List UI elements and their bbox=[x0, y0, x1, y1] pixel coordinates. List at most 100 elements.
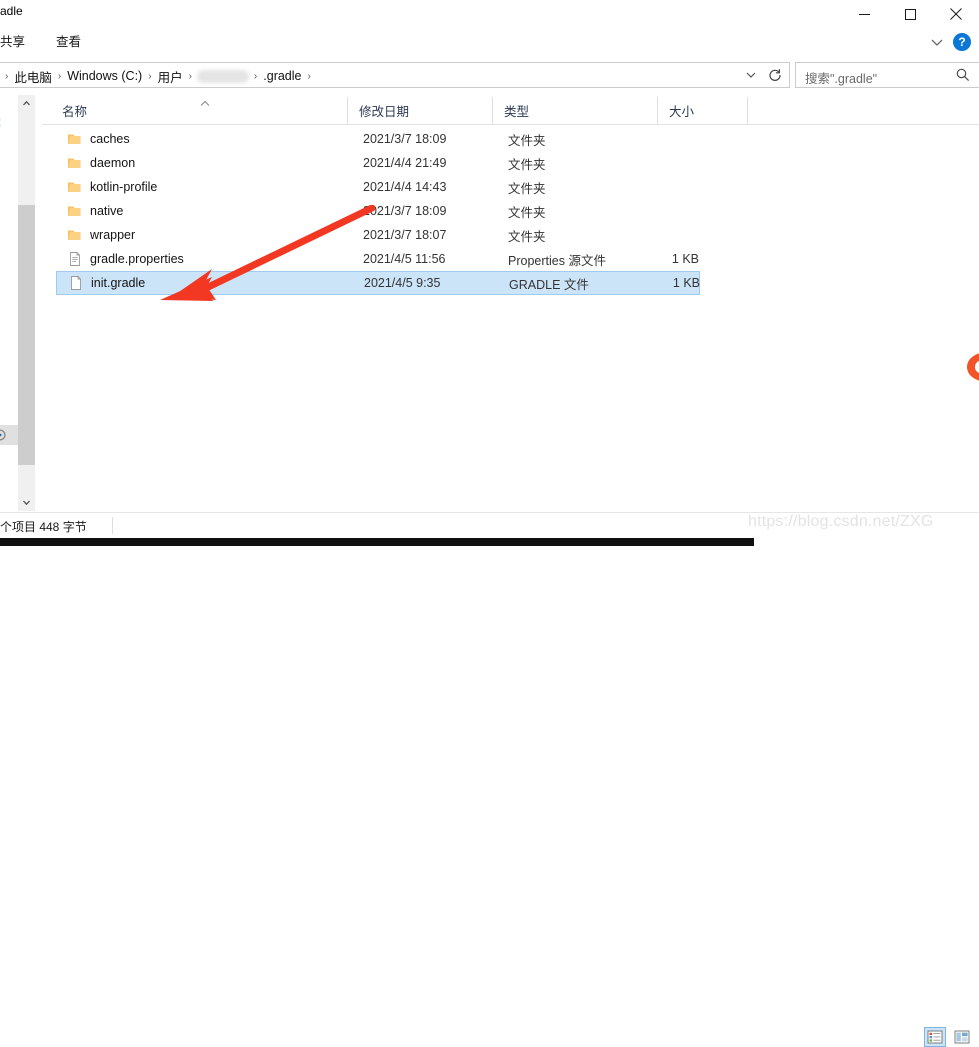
sort-ascending-icon bbox=[200, 99, 210, 109]
file-type: 文件夹 bbox=[508, 178, 546, 197]
close-icon bbox=[950, 8, 962, 20]
taskbar-dark-region bbox=[0, 538, 754, 546]
address-bar[interactable]: › 此电脑 › Windows (C:) › 用户 › › .gradle › bbox=[0, 62, 790, 88]
minimize-button[interactable] bbox=[841, 0, 887, 28]
folder-glyph bbox=[67, 227, 83, 243]
column-header-row: 名称 修改日期 类型 大小 bbox=[42, 97, 979, 125]
file-type: 文件夹 bbox=[508, 202, 546, 221]
status-divider bbox=[112, 517, 113, 534]
file-name: wrapper bbox=[90, 228, 135, 242]
folder-glyph bbox=[67, 203, 83, 219]
table-row[interactable]: wrapper 2021/3/7 18:07 文件夹 bbox=[56, 223, 700, 247]
file-type: 文件夹 bbox=[508, 226, 546, 245]
nav-item-fragment-top[interactable] bbox=[0, 113, 8, 133]
taskbar-strip bbox=[0, 538, 979, 546]
title-bar: adle bbox=[0, 0, 979, 28]
close-button[interactable] bbox=[933, 0, 979, 28]
breadcrumb-item-gradle[interactable]: .gradle bbox=[258, 69, 306, 83]
folder-icon bbox=[67, 203, 83, 219]
tab-view[interactable]: 查看 bbox=[56, 31, 81, 50]
breadcrumb-item-users[interactable]: 用户 bbox=[153, 67, 188, 86]
breadcrumb-separator-3: › bbox=[188, 71, 193, 82]
file-date: 2021/4/5 9:35 bbox=[364, 276, 440, 290]
navigation-pane: ) bbox=[0, 95, 18, 505]
file-type: GRADLE 文件 bbox=[509, 274, 589, 293]
file-size: 1 KB bbox=[652, 276, 700, 290]
scroll-up-arrow-icon[interactable] bbox=[18, 95, 35, 112]
folder-glyph bbox=[67, 155, 83, 171]
chevron-down-glyph bbox=[929, 34, 945, 50]
search-box[interactable]: 搜索".gradle" bbox=[795, 62, 979, 88]
folder-glyph bbox=[67, 131, 83, 147]
address-bar-row: › 此电脑 › Windows (C:) › 用户 › › .gradle › bbox=[0, 62, 979, 88]
file-list: caches 2021/3/7 18:09 文件夹 daemon 2021/4/… bbox=[42, 127, 979, 502]
column-header-name[interactable]: 名称 bbox=[42, 97, 347, 124]
breadcrumb-item-username-redacted[interactable] bbox=[197, 70, 249, 83]
help-button[interactable]: ? bbox=[953, 33, 971, 51]
orange-shape-icon bbox=[963, 348, 979, 386]
column-header-size[interactable]: 大小 bbox=[657, 97, 747, 124]
window-title: adle bbox=[0, 4, 23, 18]
search-input[interactable]: 搜索".gradle" bbox=[805, 68, 877, 87]
file-type: 文件夹 bbox=[508, 154, 546, 173]
refresh-button[interactable] bbox=[763, 63, 787, 87]
disc-drive-icon bbox=[0, 428, 8, 442]
table-row[interactable]: kotlin-profile 2021/4/4 14:43 文件夹 bbox=[56, 175, 700, 199]
file-date: 2021/3/7 18:09 bbox=[363, 132, 446, 146]
blank-file-glyph bbox=[68, 275, 84, 291]
view-mode-buttons bbox=[924, 1027, 973, 1047]
search-icon bbox=[955, 67, 971, 83]
maximize-button[interactable] bbox=[887, 0, 933, 28]
file-date: 2021/4/5 11:56 bbox=[363, 252, 445, 266]
network-icon bbox=[0, 116, 8, 130]
file-date: 2021/3/7 18:07 bbox=[363, 228, 446, 242]
file-date: 2021/4/4 21:49 bbox=[363, 156, 446, 170]
file-name: kotlin-profile bbox=[90, 180, 157, 194]
table-row-selected[interactable]: init.gradle 2021/4/5 9:35 GRADLE 文件 1 KB bbox=[56, 271, 700, 295]
scroll-down-arrow-icon[interactable] bbox=[18, 494, 35, 511]
file-name: init.gradle bbox=[91, 276, 145, 290]
folder-icon bbox=[67, 131, 83, 147]
column-header-date[interactable]: 修改日期 bbox=[347, 97, 492, 124]
column-header-type[interactable]: 类型 bbox=[492, 97, 657, 124]
folder-icon bbox=[67, 227, 83, 243]
partial-edge-graphic bbox=[963, 348, 979, 386]
tab-share[interactable]: 共享 bbox=[0, 31, 25, 50]
text-file-glyph bbox=[67, 251, 83, 267]
table-row[interactable]: daemon 2021/4/4 21:49 文件夹 bbox=[56, 151, 700, 175]
breadcrumb-item-this-pc[interactable]: 此电脑 bbox=[9, 67, 57, 86]
file-name: gradle.properties bbox=[90, 252, 184, 266]
table-row[interactable]: gradle.properties 2021/4/5 11:56 Propert… bbox=[56, 247, 700, 271]
table-row[interactable]: native 2021/3/7 18:09 文件夹 bbox=[56, 199, 700, 223]
status-item-count: 个项目 448 字节 bbox=[0, 518, 87, 535]
text-file-icon bbox=[67, 251, 83, 267]
refresh-icon bbox=[768, 68, 782, 82]
details-view-button[interactable] bbox=[924, 1027, 946, 1047]
table-row[interactable]: caches 2021/3/7 18:09 文件夹 bbox=[56, 127, 700, 151]
file-name: caches bbox=[90, 132, 130, 146]
chevron-down-icon[interactable] bbox=[929, 34, 945, 50]
nav-item-fragment-selected[interactable] bbox=[0, 425, 18, 445]
folder-icon bbox=[67, 179, 83, 195]
file-type: Properties 源文件 bbox=[508, 250, 606, 269]
ribbon-tab-bar: 共享 查看 ? bbox=[0, 28, 979, 55]
chevron-up-glyph bbox=[22, 99, 31, 108]
chevron-down-icon bbox=[745, 69, 757, 81]
large-icons-view-button[interactable] bbox=[951, 1027, 973, 1047]
scrollbar-thumb[interactable] bbox=[18, 205, 35, 465]
column-header-spacer bbox=[747, 97, 759, 124]
chevron-down-glyph bbox=[22, 498, 31, 507]
file-type: 文件夹 bbox=[508, 130, 546, 149]
details-view-icon bbox=[927, 1030, 943, 1044]
column-header-name-label: 名称 bbox=[62, 101, 87, 120]
maximize-icon bbox=[905, 9, 916, 20]
folder-icon bbox=[67, 155, 83, 171]
breadcrumb: › 此电脑 › Windows (C:) › 用户 › › .gradle › bbox=[4, 63, 312, 89]
address-dropdown-button[interactable] bbox=[739, 63, 763, 87]
blank-file-icon bbox=[68, 275, 84, 291]
breadcrumb-item-windows-c[interactable]: Windows (C:) bbox=[62, 69, 147, 83]
file-name: daemon bbox=[90, 156, 135, 170]
sort-asc-glyph bbox=[200, 100, 210, 107]
navigation-scrollbar[interactable] bbox=[18, 95, 36, 511]
watermark-text: https://blog.csdn.net/ZXG bbox=[748, 513, 934, 531]
